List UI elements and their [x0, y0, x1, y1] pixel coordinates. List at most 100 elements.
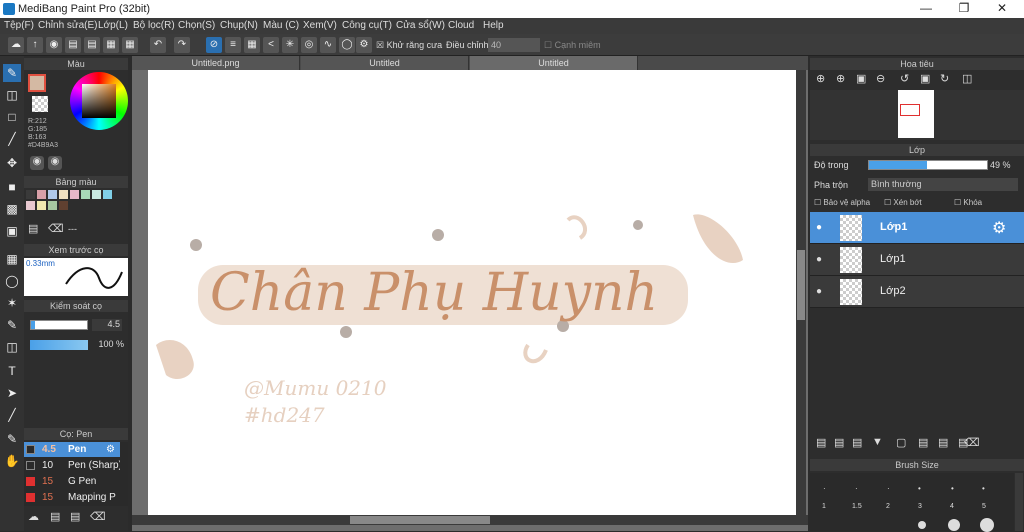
lasso-tool-icon[interactable]: ◯ [3, 272, 21, 290]
layer-settings-icon[interactable]: ⚙ [992, 218, 1006, 238]
document-icon[interactable]: ▤ [84, 37, 100, 53]
zoom-in2-icon[interactable]: ⊕ [836, 72, 845, 85]
palette-new-icon[interactable]: ▤ [28, 222, 38, 235]
menu-select[interactable]: Chọn(S) [178, 20, 215, 31]
brush-copy-icon[interactable]: ▤ [70, 510, 80, 523]
zoom-out-icon[interactable]: ⊖ [876, 72, 885, 85]
move-tool-icon[interactable]: ✥ [3, 154, 21, 172]
blend-select[interactable]: Bình thường [868, 178, 1018, 191]
layer-visibility-icon[interactable]: ● [816, 254, 822, 265]
primary-color-swatch[interactable] [28, 74, 46, 92]
menu-edit[interactable]: Chỉnh sửa(E) [38, 20, 98, 31]
rectangle-tool-icon[interactable]: □ [3, 108, 21, 126]
brush-size-value[interactable]: 4.5 [92, 319, 122, 331]
color-square[interactable] [82, 84, 116, 118]
brush-settings-icon[interactable]: ⚙ [106, 442, 115, 457]
palette-swatch[interactable] [26, 190, 35, 199]
palette-swatch[interactable] [37, 201, 46, 210]
brush-add-icon[interactable]: ▤ [50, 510, 60, 523]
brush-cloud-icon[interactable]: ☁ [28, 510, 39, 523]
divide-tool-icon[interactable]: ╱ [3, 406, 21, 424]
palette-swatch[interactable] [59, 190, 68, 199]
menu-file[interactable]: Tệp(F) [4, 20, 34, 31]
parallel-snap-icon[interactable]: ≡ [225, 37, 241, 53]
lock-checkbox[interactable]: ☐ Khóa [954, 198, 982, 207]
adjust-select[interactable]: 40 [488, 38, 540, 52]
edge-checkbox[interactable]: ☐ Cạnh miêm [544, 40, 601, 51]
delete-layer-icon[interactable]: ⌫ [964, 436, 980, 449]
no-snap-icon[interactable]: ⊘ [206, 37, 222, 53]
palette-swatch[interactable] [81, 190, 90, 199]
rotate-right-icon[interactable]: ↻ [940, 72, 949, 85]
brush-item[interactable]: 10 Pen (Sharp) [24, 458, 120, 473]
brush-size-scrollbar[interactable] [1015, 473, 1023, 531]
brush-item[interactable]: 15 Mapping P [24, 490, 120, 505]
menu-cloud[interactable]: Cloud [448, 20, 474, 31]
magic-wand-icon[interactable]: ✶ [3, 294, 21, 312]
horizontal-scrollbar[interactable] [132, 515, 808, 525]
brush-size-grid[interactable]: · · · • • • 1 1.5 2 3 4 5 [810, 473, 1014, 532]
palette-swatch[interactable] [48, 201, 57, 210]
menu-layer[interactable]: Lớp(L) [98, 20, 128, 31]
menu-filter[interactable]: Bộ lọc(R) [133, 20, 175, 31]
layer-row[interactable]: ● Lớp2 [810, 276, 1024, 308]
menu-capture[interactable]: Chụp(N) [220, 20, 258, 31]
bucket-tool-icon[interactable]: ▩ [3, 200, 21, 218]
zoom-in-icon[interactable]: ⊕ [816, 72, 825, 85]
brush-item[interactable]: 4.5 Pen ⚙ [24, 442, 120, 457]
menu-tools[interactable]: Công cụ(T) [342, 20, 392, 31]
grid2-icon[interactable]: ▦ [122, 37, 138, 53]
merge-icon[interactable]: ▤ [938, 436, 948, 449]
tab-document-3[interactable]: Untitled [470, 56, 638, 70]
minimize-button[interactable]: — [908, 1, 944, 17]
curve-snap-icon[interactable]: ∿ [320, 37, 336, 53]
secondary-color-swatch[interactable] [32, 96, 48, 112]
new-layer-icon[interactable]: ▤ [816, 436, 826, 449]
brush-opacity-value[interactable]: 100 % [90, 339, 124, 351]
brush-tool-icon[interactable]: ✎ [3, 64, 21, 82]
brush-item[interactable]: 15 G Pen [24, 474, 120, 489]
brush-size-slider[interactable] [30, 320, 88, 330]
color-mode2-icon[interactable]: ◉ [48, 156, 62, 170]
color-mode-icon[interactable]: ◉ [30, 156, 44, 170]
close-button[interactable]: ✕ [984, 1, 1020, 17]
gradient-tool-icon[interactable]: ▣ [3, 222, 21, 240]
comment-icon[interactable]: ◉ [46, 37, 62, 53]
hand-tool-icon[interactable]: ✋ [3, 452, 21, 470]
palette-swatch[interactable] [26, 201, 35, 210]
eraser-tool-icon[interactable]: ◫ [3, 86, 21, 104]
vertical-scrollbar[interactable] [796, 70, 806, 515]
eyedropper-tool-icon[interactable]: ✎ [3, 430, 21, 448]
menu-window[interactable]: Cửa sổ(W) [396, 20, 445, 31]
layer-row[interactable]: ● Lớp1 ⚙ [810, 212, 1024, 244]
upload-icon[interactable]: ↑ [27, 37, 43, 53]
cloud-icon[interactable]: ☁ [8, 37, 24, 53]
select-pen-icon[interactable]: ✎ [3, 316, 21, 334]
text-tool-icon[interactable]: T [3, 362, 21, 380]
add-layer-menu-icon[interactable]: ▼ [872, 436, 883, 448]
palette-swatch[interactable] [37, 190, 46, 199]
settings-icon[interactable]: ⚙ [356, 37, 372, 53]
brush-opacity-slider[interactable] [30, 340, 88, 350]
palette-swatch[interactable] [48, 190, 57, 199]
canvas-paper[interactable]: Chân Phụ Huynh @Mumu 0210 #hd247 [148, 70, 796, 515]
palette-delete-icon[interactable]: ⌫ [48, 222, 64, 235]
fill-shape-tool-icon[interactable]: ■ [3, 178, 21, 196]
undo-icon[interactable]: ↶ [150, 37, 166, 53]
new-layer2-icon[interactable]: ▤ [834, 436, 844, 449]
layer-visibility-icon[interactable]: ● [816, 222, 822, 233]
clip-checkbox[interactable]: ☐ Xén bớt [884, 198, 922, 207]
menu-help[interactable]: Help [483, 20, 504, 31]
protect-alpha-checkbox[interactable]: ☐ Bảo vệ alpha [814, 198, 870, 207]
chat-icon[interactable]: ▤ [65, 37, 81, 53]
reset-view-icon[interactable]: ▣ [920, 72, 930, 85]
restore-button[interactable]: ❐ [946, 1, 982, 17]
select-eraser-icon[interactable]: ◫ [3, 338, 21, 356]
palette-swatch[interactable] [92, 190, 101, 199]
redo-icon[interactable]: ↷ [174, 37, 190, 53]
circle-snap-icon[interactable]: ◎ [301, 37, 317, 53]
select-tool-icon[interactable]: ▦ [3, 250, 21, 268]
radial-snap-icon[interactable]: ✳ [282, 37, 298, 53]
tab-document-1[interactable]: Untitled.png [132, 56, 300, 70]
rotate-left-icon[interactable]: ↺ [900, 72, 909, 85]
